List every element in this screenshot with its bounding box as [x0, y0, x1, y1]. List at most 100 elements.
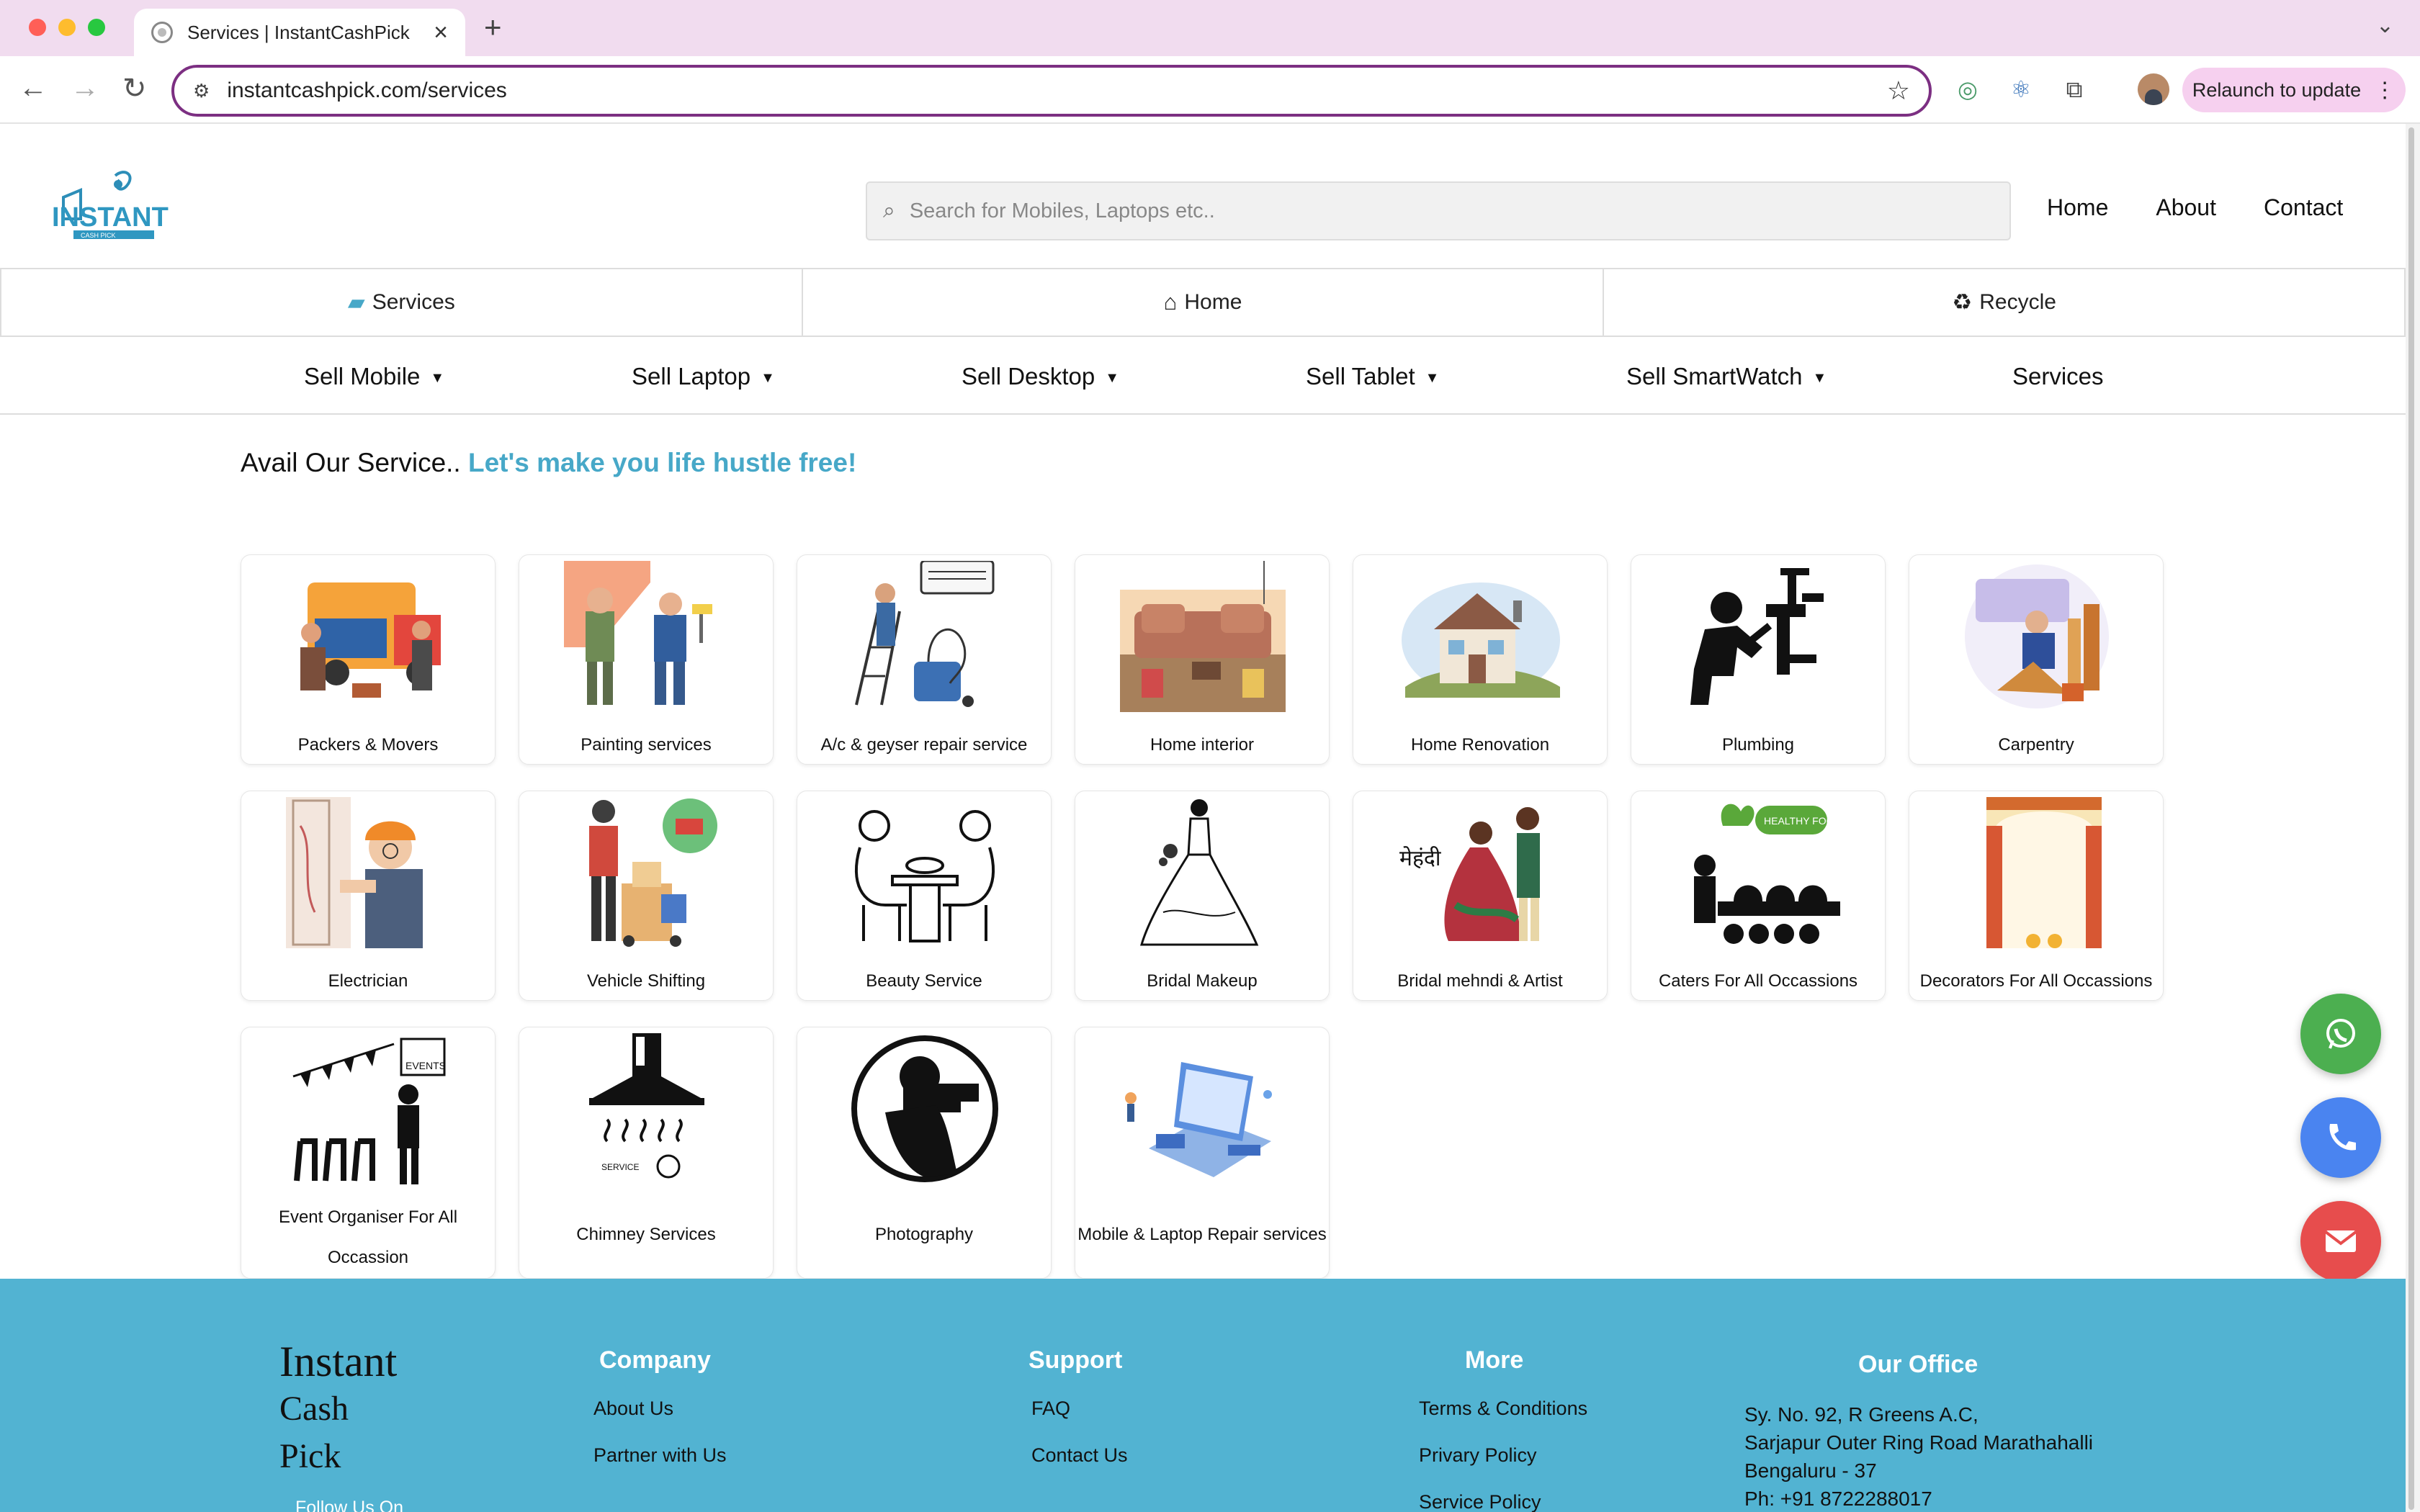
services-grid: Packers & Movers Painting services A/c &… [241, 554, 2171, 1279]
service-card-home-renovation[interactable]: Home Renovation [1353, 554, 1608, 765]
address-bar[interactable]: ⚙ instantcashpick.com/services ☆ [171, 65, 1932, 117]
service-card-event-organiser[interactable]: EVENTS Event Organiser For All Occassion [241, 1027, 496, 1279]
nav-contact-link[interactable]: Contact [2264, 194, 2343, 221]
reload-icon[interactable]: ↻ [122, 72, 147, 105]
site-header: INSTANT CASH PICK ⌕ Home About Contact [0, 124, 2406, 269]
service-card-painting[interactable]: Painting services [519, 554, 774, 765]
service-card-decorators[interactable]: Decorators For All Occassions [1909, 791, 2164, 1001]
bridal-gown-icon [1140, 799, 1259, 946]
service-title: Vehicle Shifting [586, 971, 706, 991]
footer-link[interactable]: Privary Policy [1419, 1444, 1587, 1467]
logo-text: INSTANT [52, 202, 169, 233]
home-tab[interactable]: ⌂ Home [803, 269, 1605, 336]
service-title: Packers & Movers [297, 735, 439, 755]
service-title: Plumbing [1721, 735, 1795, 755]
services-intro: Avail Our Service.. Let's make you life … [241, 448, 856, 478]
service-card-device-repair[interactable]: Mobile & Laptop Repair services [1075, 1027, 1330, 1279]
service-card-vehicle-shifting[interactable]: Vehicle Shifting [519, 791, 774, 1001]
more-menu-icon[interactable]: ⋮ [2374, 78, 2396, 103]
new-tab-icon[interactable]: + [484, 10, 502, 45]
service-card-caterers[interactable]: HEALTHY FOOD Caters For All Occassions [1631, 791, 1886, 1001]
browser-toolbar: ← → ↻ ⚙ instantcashpick.com/services ☆ ◎… [0, 56, 2420, 124]
service-card-bridal-mehndi[interactable]: मेहंदी Bridal mehndi & Artist [1353, 791, 1608, 1001]
footer-brand-line: Instant [279, 1338, 398, 1385]
service-card-beauty[interactable]: Beauty Service [797, 791, 1052, 1001]
service-card-chimney[interactable]: SERVICE Chimney Services [519, 1027, 774, 1279]
footer-more-column: More Terms & Conditions Privary Policy S… [1419, 1346, 1587, 1512]
url-text[interactable]: instantcashpick.com/services [227, 78, 1886, 103]
maximize-window-button[interactable] [88, 19, 105, 36]
office-address-line: Sarjapur Outer Ring Road Marathahalli [1744, 1431, 2094, 1454]
email-button[interactable] [2300, 1201, 2381, 1282]
tab-title: Services | InstantCashPick [187, 21, 410, 43]
extension-icon[interactable]: ◎ [1953, 75, 1982, 104]
search-icon: ⌕ [883, 199, 895, 222]
footer-link[interactable]: Partner with Us [593, 1444, 727, 1467]
back-icon[interactable]: ← [19, 72, 48, 104]
service-title: Mobile & Laptop Repair services [1077, 1225, 1327, 1244]
service-title: Chimney Services [576, 1225, 716, 1244]
service-title: A/c & geyser repair service [820, 735, 1028, 755]
service-text: SERVICE [601, 1162, 639, 1172]
nav-about-link[interactable]: About [2156, 194, 2216, 221]
service-card-plumbing[interactable]: Plumbing [1631, 554, 1886, 765]
search-input[interactable] [909, 199, 1994, 223]
recycle-tab[interactable]: ♻ Recycle [1604, 269, 2404, 336]
instant-cash-pick-logo[interactable]: INSTANT CASH PICK [40, 163, 170, 242]
service-card-electrician[interactable]: Electrician [241, 791, 496, 1001]
relaunch-button[interactable]: Relaunch to update ⋮ [2182, 68, 2406, 112]
footer-heading: More [1465, 1346, 1524, 1374]
footer-link[interactable]: About Us [593, 1398, 727, 1420]
service-card-bridal-makeup[interactable]: Bridal Makeup [1075, 791, 1330, 1001]
sell-desktop-menu[interactable]: Sell Desktop ▼ [962, 363, 1119, 390]
window-controls [29, 19, 105, 36]
sell-smartwatch-menu[interactable]: Sell SmartWatch ▼ [1626, 363, 1827, 390]
painter-icon [564, 561, 712, 705]
service-title: Home Renovation [1410, 735, 1550, 755]
tab-search-chevron-icon[interactable]: ⌄ [2376, 13, 2394, 38]
beauty-service-icon [855, 810, 995, 942]
profile-avatar[interactable] [2138, 73, 2169, 105]
react-devtools-icon[interactable]: ⚛ [2007, 75, 2035, 104]
close-tab-icon[interactable]: × [434, 19, 448, 47]
bookmark-star-icon[interactable]: ☆ [1887, 76, 1910, 106]
service-card-ac-geyser[interactable]: A/c & geyser repair service [797, 554, 1052, 765]
phone-call-button[interactable] [2300, 1097, 2381, 1178]
close-window-button[interactable] [29, 19, 46, 36]
footer-link[interactable]: Service Policy [1419, 1491, 1587, 1512]
service-title: Event Organiser For All Occassion [278, 1207, 458, 1267]
chevron-down-icon: ▼ [761, 369, 775, 386]
service-card-packers-movers[interactable]: Packers & Movers [241, 554, 496, 765]
service-card-carpentry[interactable]: Carpentry [1909, 554, 2164, 765]
active-browser-tab[interactable]: Services | InstantCashPick × [134, 9, 465, 56]
sell-tablet-menu[interactable]: Sell Tablet ▼ [1306, 363, 1439, 390]
footer-link[interactable]: FAQ [1031, 1398, 1128, 1420]
footer-link[interactable]: Contact Us [1031, 1444, 1128, 1467]
nav-home-link[interactable]: Home [2047, 194, 2108, 221]
minimize-window-button[interactable] [58, 19, 76, 36]
footer-support-column: Support FAQ Contact Us [1028, 1346, 1128, 1491]
sell-laptop-menu[interactable]: Sell Laptop ▼ [632, 363, 775, 390]
scrollbar-thumb[interactable] [2408, 127, 2414, 1510]
page-scrollbar[interactable] [2406, 124, 2420, 1512]
chevron-down-icon: ▼ [1425, 369, 1440, 386]
services-tab[interactable]: ▰ Services [1, 269, 803, 336]
footer-heading: Support [1028, 1346, 1123, 1374]
sell-laptop-label: Sell Laptop [632, 363, 751, 390]
service-title: Bridal mehndi & Artist [1397, 971, 1563, 991]
service-title: Bridal Makeup [1147, 971, 1258, 991]
service-card-photography[interactable]: Photography [797, 1027, 1052, 1279]
search-bar[interactable]: ⌕ [866, 181, 2011, 240]
footer-link[interactable]: Terms & Conditions [1419, 1398, 1587, 1420]
service-card-home-interior[interactable]: Home interior [1075, 554, 1330, 765]
extensions-puzzle-icon[interactable]: ⧉ [2060, 75, 2089, 104]
whatsapp-button[interactable] [2300, 994, 2381, 1074]
electrician-icon [286, 797, 423, 948]
services-menu-link[interactable]: Services [2012, 363, 2104, 390]
sell-tablet-label: Sell Tablet [1306, 363, 1415, 390]
site-info-icon[interactable]: ⚙ [193, 80, 210, 102]
service-title: Home interior [1150, 735, 1255, 755]
chimney-icon: SERVICE [589, 1033, 704, 1179]
forward-icon[interactable]: → [71, 72, 99, 104]
sell-mobile-menu[interactable]: Sell Mobile ▼ [304, 363, 444, 390]
